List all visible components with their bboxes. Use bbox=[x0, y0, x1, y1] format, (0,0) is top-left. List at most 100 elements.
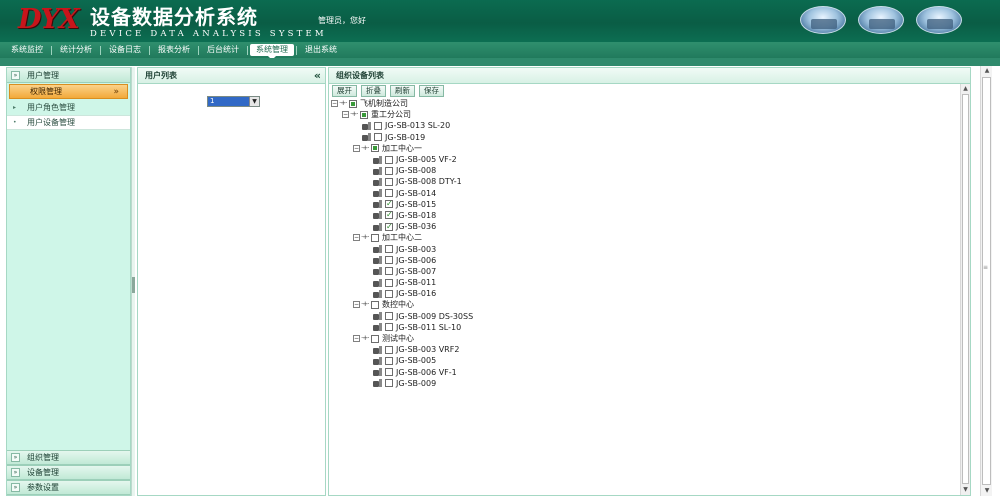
sidebar-item-user-role[interactable]: ▸ 用户角色管理 bbox=[7, 100, 130, 115]
device-icon bbox=[373, 222, 383, 231]
scroll-up-icon[interactable]: ▲ bbox=[982, 66, 992, 76]
tree-leaf-device[interactable]: JG-SB-006 VF-1 bbox=[331, 367, 951, 378]
chevron-down-icon[interactable]: ▼ bbox=[249, 97, 259, 106]
node-checkbox[interactable] bbox=[385, 267, 393, 276]
tree-leaf-device[interactable]: JG-SB-006 bbox=[331, 255, 951, 266]
sidebar-device-management[interactable]: » 设备管理 bbox=[7, 465, 130, 480]
menu-statistics[interactable]: 统计分析 bbox=[54, 44, 98, 56]
node-checkbox[interactable] bbox=[385, 345, 393, 354]
node-checkbox[interactable] bbox=[374, 121, 382, 130]
device-icon bbox=[373, 312, 383, 321]
tree-leaf-device[interactable]: JG-SB-015 bbox=[331, 198, 951, 210]
node-checkbox[interactable] bbox=[374, 133, 382, 142]
sidebar-splitter[interactable] bbox=[131, 67, 135, 496]
node-checkbox[interactable] bbox=[385, 379, 393, 388]
collapse-toggle-icon[interactable]: − bbox=[353, 144, 360, 152]
node-checkbox[interactable] bbox=[385, 177, 393, 186]
device-icon bbox=[373, 200, 383, 209]
tree-leaf-device[interactable]: JG-SB-036 bbox=[331, 221, 951, 232]
user-select[interactable]: 1 ▼ bbox=[207, 96, 260, 107]
node-checkbox[interactable] bbox=[371, 334, 379, 343]
collapse-toggle-icon[interactable]: − bbox=[331, 100, 338, 108]
tree-leaf-device[interactable]: JG-SB-009 DS-30SS bbox=[331, 311, 951, 322]
node-checkbox[interactable] bbox=[385, 155, 393, 164]
collapse-all-button[interactable]: 折叠 bbox=[361, 85, 386, 97]
tree-leaf-device[interactable]: JG-SB-005 bbox=[331, 355, 951, 366]
collapse-toggle-icon[interactable]: − bbox=[342, 111, 349, 119]
sidebar-parameter-settings[interactable]: » 参数设置 bbox=[7, 480, 130, 495]
node-checkbox[interactable] bbox=[385, 256, 393, 265]
node-checkbox[interactable] bbox=[385, 356, 393, 365]
node-checkbox[interactable] bbox=[371, 144, 379, 153]
node-checkbox[interactable] bbox=[385, 323, 393, 332]
menu-system-monitor[interactable]: 系统监控 bbox=[5, 44, 49, 56]
tree-leaf-device[interactable]: JG-SB-005 VF-2 bbox=[331, 154, 951, 165]
node-label: 加工中心二 bbox=[382, 233, 422, 243]
tree-node-root[interactable]: − ·+· 飞机制造公司 bbox=[331, 98, 951, 109]
node-checkbox[interactable] bbox=[385, 245, 393, 254]
sidebar-org-management[interactable]: » 组织管理 bbox=[7, 450, 130, 465]
node-checkbox[interactable] bbox=[385, 166, 393, 175]
scroll-thumb[interactable] bbox=[982, 77, 991, 485]
tree-node-group[interactable]: − ·+· 加工中心一 bbox=[331, 143, 951, 154]
tree-node-branch[interactable]: − ·+· 重工分公司 bbox=[331, 109, 951, 120]
sidebar-user-management[interactable]: » 用户管理 bbox=[7, 68, 130, 83]
org-device-tree: − ·+· 飞机制造公司 − ·+· 重工分公司 JG-SB-013 SL-20 JG-… bbox=[331, 98, 951, 389]
node-checkbox[interactable] bbox=[385, 209, 393, 220]
tree-leaf-device[interactable]: JG-SB-003 bbox=[331, 243, 951, 254]
node-checkbox[interactable] bbox=[385, 278, 393, 287]
tree-leaf-device[interactable]: JG-SB-008 bbox=[331, 165, 951, 176]
node-checkbox[interactable] bbox=[385, 289, 393, 298]
tree-leaf-device[interactable]: JG-SB-003 VRF2 bbox=[331, 344, 951, 355]
tree-leaf-device[interactable]: JG-SB-013 SL-20 bbox=[331, 120, 951, 131]
tree-leaf-device[interactable]: JG-SB-009 bbox=[331, 378, 951, 389]
tree-leaf-device[interactable]: JG-SB-008 DTY-1 bbox=[331, 176, 951, 187]
node-checkbox[interactable] bbox=[371, 300, 379, 309]
menu-logout[interactable]: 退出系统 bbox=[299, 44, 343, 56]
node-checkbox[interactable] bbox=[349, 99, 357, 108]
node-checkbox[interactable] bbox=[385, 221, 393, 232]
menu-separator bbox=[100, 45, 101, 55]
collapse-left-icon[interactable]: « bbox=[314, 69, 321, 82]
tree-scrollbar[interactable]: ▲ ▼ bbox=[960, 84, 970, 495]
sidebar-permission-management[interactable]: 权限管理 » bbox=[9, 84, 128, 99]
menu-backend-stats[interactable]: 后台统计 bbox=[201, 44, 245, 56]
node-checkbox[interactable] bbox=[371, 233, 379, 242]
menu-system-admin[interactable]: 系统管理 bbox=[250, 44, 294, 60]
refresh-button[interactable]: 刷新 bbox=[390, 85, 415, 97]
tree-leaf-device[interactable]: JG-SB-019 bbox=[331, 132, 951, 143]
tree-node-group[interactable]: − ·+· 加工中心二 bbox=[331, 232, 951, 243]
splitter-handle-icon[interactable] bbox=[132, 277, 135, 293]
scroll-down-icon[interactable]: ▼ bbox=[982, 486, 992, 496]
expand-all-button[interactable]: 展开 bbox=[332, 85, 357, 97]
tree-leaf-device[interactable]: JG-SB-018 bbox=[331, 209, 951, 221]
scroll-down-icon[interactable]: ▼ bbox=[961, 485, 970, 495]
tree-connector-icon: ·+· bbox=[361, 233, 369, 242]
tree-node-group[interactable]: − ·+· 数控中心 bbox=[331, 299, 951, 310]
menu-report-analysis[interactable]: 报表分析 bbox=[152, 44, 196, 56]
tree-leaf-device[interactable]: JG-SB-011 SL-10 bbox=[331, 322, 951, 333]
org-device-header: 组织设备列表 bbox=[329, 68, 970, 84]
save-button[interactable]: 保存 bbox=[419, 85, 444, 97]
sidebar-section-label: 组织管理 bbox=[27, 453, 59, 462]
tree-leaf-device[interactable]: JG-SB-016 bbox=[331, 288, 951, 299]
collapse-toggle-icon[interactable]: − bbox=[353, 234, 360, 242]
tree-leaf-device[interactable]: JG-SB-014 bbox=[331, 188, 951, 199]
node-checkbox[interactable] bbox=[360, 110, 368, 119]
node-checkbox[interactable] bbox=[385, 189, 393, 198]
page-scrollbar[interactable]: ▲ ≡ ▼ bbox=[980, 66, 992, 496]
tree-leaf-device[interactable]: JG-SB-011 bbox=[331, 277, 951, 288]
menu-device-log[interactable]: 设备日志 bbox=[103, 44, 147, 56]
node-checkbox[interactable] bbox=[385, 198, 393, 209]
tree-node-group[interactable]: − ·+· 测试中心 bbox=[331, 333, 951, 344]
scroll-up-icon[interactable]: ▲ bbox=[961, 84, 970, 94]
node-checkbox[interactable] bbox=[385, 368, 393, 377]
node-checkbox[interactable] bbox=[385, 312, 393, 321]
collapse-toggle-icon[interactable]: − bbox=[353, 335, 360, 343]
sidebar-item-user-device[interactable]: • 用户设备管理 bbox=[7, 115, 130, 130]
header-images bbox=[800, 6, 962, 34]
tree-leaf-device[interactable]: JG-SB-007 bbox=[331, 266, 951, 277]
menu-separator bbox=[149, 45, 150, 55]
scroll-thumb[interactable] bbox=[962, 94, 969, 484]
collapse-toggle-icon[interactable]: − bbox=[353, 301, 360, 309]
